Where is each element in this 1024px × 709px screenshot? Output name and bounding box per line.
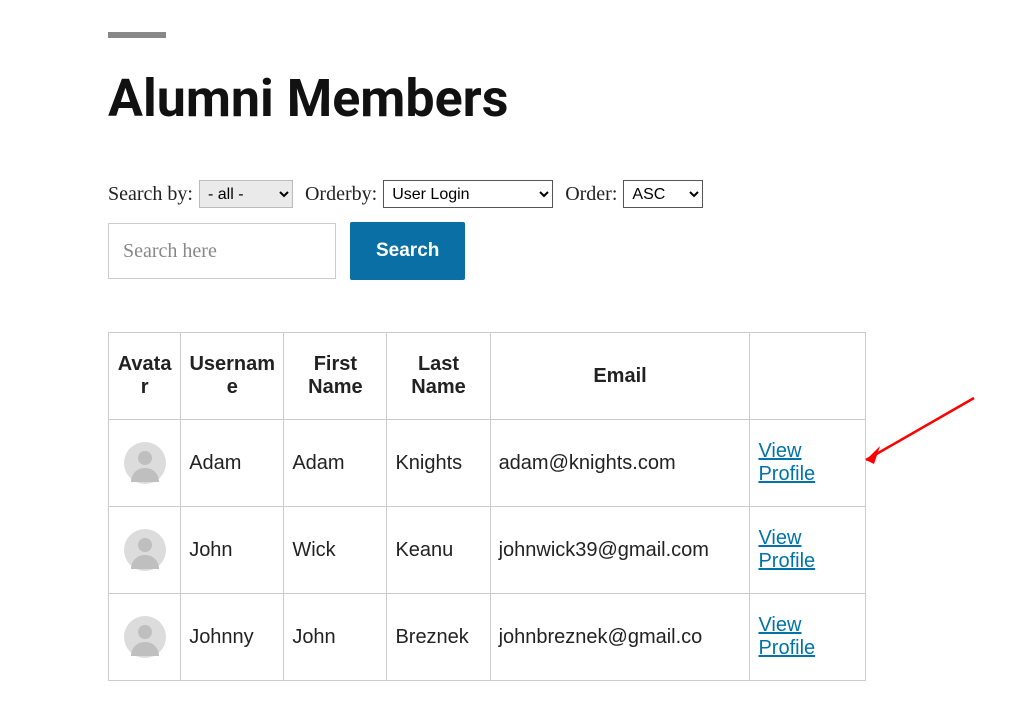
col-action <box>750 333 866 420</box>
table-row: Johnny John Breznek johnbreznek@gmail.co… <box>109 594 866 681</box>
col-email: Email <box>490 333 750 420</box>
cell-email: johnbreznek@gmail.co <box>490 594 750 681</box>
search-input[interactable] <box>108 223 336 279</box>
avatar-icon <box>124 442 166 484</box>
cell-username: Johnny <box>181 594 284 681</box>
view-profile-link[interactable]: View Profile <box>758 614 815 659</box>
view-profile-link[interactable]: View Profile <box>758 527 815 572</box>
cell-last: Breznek <box>387 594 490 681</box>
searchby-label: Search by: <box>108 183 193 206</box>
view-profile-link[interactable]: View Profile <box>758 440 815 485</box>
search-row: Search <box>108 222 465 280</box>
col-avatar: Avatar <box>109 333 181 420</box>
cell-first: Wick <box>284 507 387 594</box>
col-last: Last Name <box>387 333 490 420</box>
page-title: Alumni Members <box>108 68 508 129</box>
annotation-arrow-icon <box>854 390 984 480</box>
order-label: Order: <box>565 183 617 206</box>
avatar-icon <box>124 616 166 658</box>
cell-email: johnwick39@gmail.com <box>490 507 750 594</box>
table-row: John Wick Keanu johnwick39@gmail.com Vie… <box>109 507 866 594</box>
cell-last: Keanu <box>387 507 490 594</box>
avatar-icon <box>124 529 166 571</box>
cell-username: John <box>181 507 284 594</box>
orderby-label: Orderby: <box>305 183 377 206</box>
cell-first: Adam <box>284 420 387 507</box>
cell-username: Adam <box>181 420 284 507</box>
table-row: Adam Adam Knights adam@knights.com View … <box>109 420 866 507</box>
table-header-row: Avatar Username First Name Last Name Ema… <box>109 333 866 420</box>
cell-email: adam@knights.com <box>490 420 750 507</box>
filter-row: Search by: - all - Orderby: User Login O… <box>108 180 715 208</box>
searchby-select[interactable]: - all - <box>199 180 293 208</box>
cell-first: John <box>284 594 387 681</box>
accent-bar <box>108 32 166 38</box>
cell-last: Knights <box>387 420 490 507</box>
search-button[interactable]: Search <box>350 222 465 280</box>
orderby-select[interactable]: User Login <box>383 180 553 208</box>
order-select[interactable]: ASC <box>623 180 703 208</box>
col-first: First Name <box>284 333 387 420</box>
members-table: Avatar Username First Name Last Name Ema… <box>108 332 866 681</box>
col-username: Username <box>181 333 284 420</box>
